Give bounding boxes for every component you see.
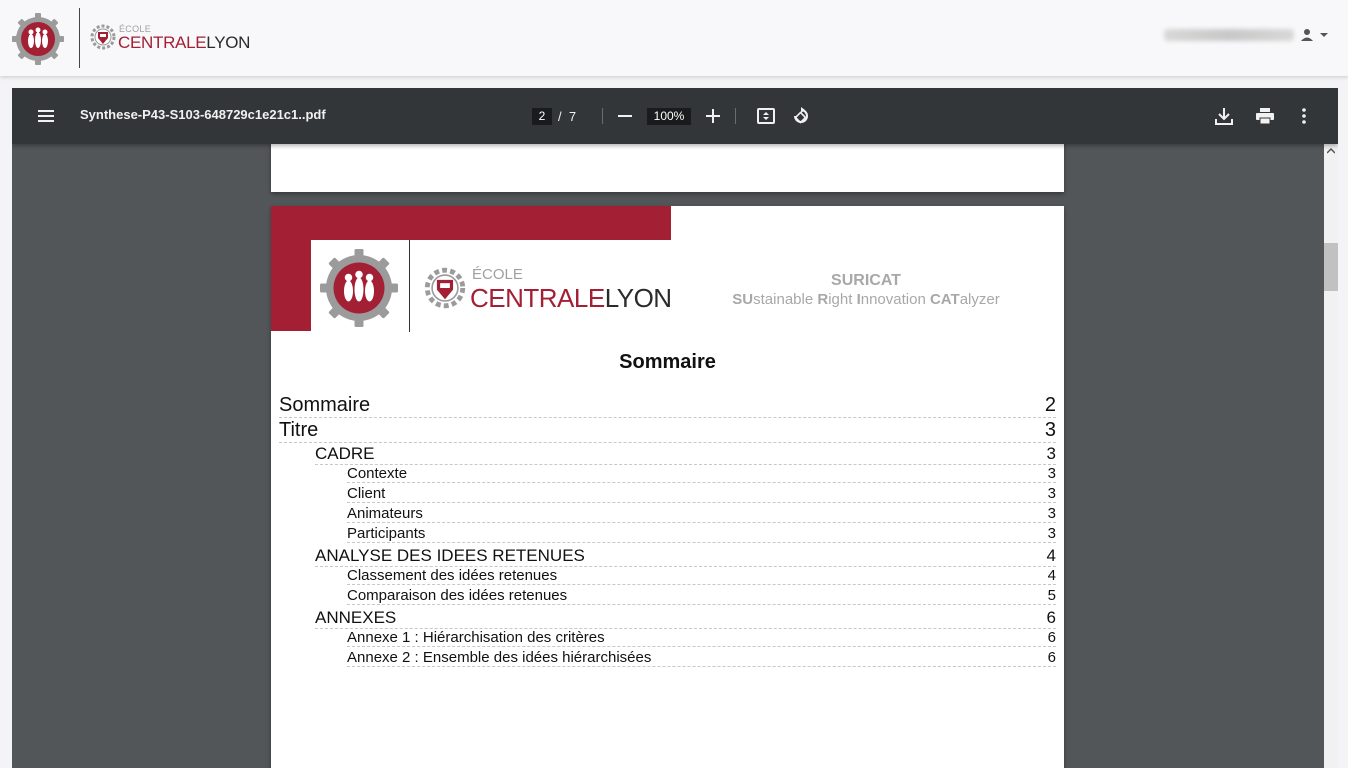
fit-page-icon[interactable] [757,108,775,124]
toc-entry-page: 3 [1046,444,1056,463]
toc-entry-page: 6 [1047,649,1056,666]
toc-entry-label: ANALYSE DES IDEES RETENUES [315,546,585,565]
toc-entry-page: 3 [1047,505,1056,522]
app-header: ÉCOLE CENTRALELYON [0,0,1348,76]
centrale-lyon-emblem-icon [424,267,466,309]
toc-entry-page: 4 [1047,567,1056,584]
toc-entry[interactable]: CADRE 3 [315,444,1056,465]
toc-entry-page: 6 [1046,608,1056,627]
logo-centrale-label: CENTRALELYON [118,33,250,53]
vertical-scrollbar[interactable] [1324,144,1338,768]
page-header-band-side [271,206,311,331]
toc-entry-page: 3 [1044,419,1056,441]
toc-entry-label: Annexe 2 : Ensemble des idées hiérarchis… [347,649,652,666]
toc-entry[interactable]: ANNEXES 6 [315,608,1056,629]
page-logo-divider [409,240,410,332]
toc-entry-label: CADRE [315,444,375,463]
suricat-title: SURICAT [831,272,901,289]
pdf-page-2: ÉCOLE CENTRALELYON SURICAT SUstainable R… [271,206,1064,768]
page-number-input[interactable]: 2 [532,108,552,125]
centrale-lyon-emblem-icon [90,24,116,50]
toolbar-separator [735,108,736,124]
toc-entry[interactable]: Titre 3 [279,419,1056,443]
total-pages: 7 [568,109,577,124]
toc-entry-page: 3 [1047,465,1056,482]
toc-entry[interactable]: Comparaison des idées retenues 5 [347,587,1056,605]
toc-entry-page: 4 [1046,546,1056,565]
toc-entry-label: Sommaire [279,394,371,416]
scroll-thumb[interactable] [1324,243,1338,291]
toc-entry-page: 6 [1047,629,1056,646]
toc-entry-label: Animateurs [347,505,423,522]
page-logo-ecole: ÉCOLE [472,266,523,283]
toc-entry-label: Classement des idées retenues [347,567,558,584]
toc-entry-page: 3 [1047,525,1056,542]
toc-entry-page: 2 [1044,394,1056,416]
logo-city-word: LYON [206,33,251,52]
print-icon[interactable] [1256,108,1274,124]
toc-entry[interactable]: Classement des idées retenues 4 [347,567,1056,585]
toc-entry-label: Comparaison des idées retenues [347,587,568,604]
caret-down-icon [1320,33,1328,37]
toc-entry-label: Contexte [347,465,408,482]
suricat-subtitle: SUstainable Right Innovation CATalyzer [732,291,1000,308]
toc-entry-label: ANNEXES [315,608,397,627]
page-logo-city-word: LYON [604,283,672,313]
page-count: / 7 [558,109,576,124]
user-menu[interactable] [1164,28,1328,42]
rotate-icon[interactable] [792,107,811,125]
toc-entry[interactable]: Contexte 3 [347,465,1056,483]
toc-entry-page: 5 [1047,587,1056,604]
toc-entry-label: Titre [279,419,319,441]
toc-entry[interactable]: Animateurs 3 [347,505,1056,523]
pdf-viewer: Synthese-P43-S103-648729c1e21c1..pdf 2 /… [12,88,1338,768]
logo-divider [79,8,80,68]
pdf-filename: Synthese-P43-S103-648729c1e21c1..pdf [80,107,326,122]
page-separator: / [558,109,562,124]
toc-entry[interactable]: Annexe 2 : Ensemble des idées hiérarchis… [347,649,1056,667]
toc-entry[interactable]: ANALYSE DES IDEES RETENUES 4 [315,546,1056,567]
menu-icon[interactable] [38,109,54,123]
toc-entry[interactable]: Participants 3 [347,525,1056,543]
toc-entry[interactable]: Sommaire 2 [279,394,1056,418]
toc-entry-label: Client [347,485,386,502]
page-header-band [271,206,671,240]
toolbar-separator [602,108,603,124]
toc-entry[interactable]: Annexe 1 : Hiérarchisation des critères 6 [347,629,1056,647]
logo-centrale-word: CENTRALE [118,33,207,52]
toc-entry-label: Annexe 1 : Hiérarchisation des critères [347,629,605,646]
more-options-icon[interactable] [1302,108,1306,124]
toc-entry[interactable]: Client 3 [347,485,1056,503]
toc-entry-label: Participants [347,525,426,542]
page-logo-centrale-word: CENTRALE [470,283,605,313]
user-icon [1301,29,1313,41]
pdf-toolbar: Synthese-P43-S103-648729c1e21c1..pdf 2 /… [12,88,1338,144]
download-icon[interactable] [1215,107,1233,125]
page-logo-block: ÉCOLE CENTRALELYON [311,240,673,332]
page-logo-centrale-lyon: CENTRALELYON [470,283,672,314]
toc-entry-page: 3 [1047,485,1056,502]
zoom-in-icon[interactable] [706,109,720,123]
user-name-blurred [1164,29,1294,41]
scroll-up-icon[interactable] [1327,148,1335,154]
zoom-level-input[interactable]: 100% [647,108,691,125]
toc-heading: Sommaire [619,351,716,373]
school-gear-logo[interactable] [12,13,64,65]
school-gear-logo [320,249,398,327]
zoom-out-icon[interactable] [618,115,632,117]
